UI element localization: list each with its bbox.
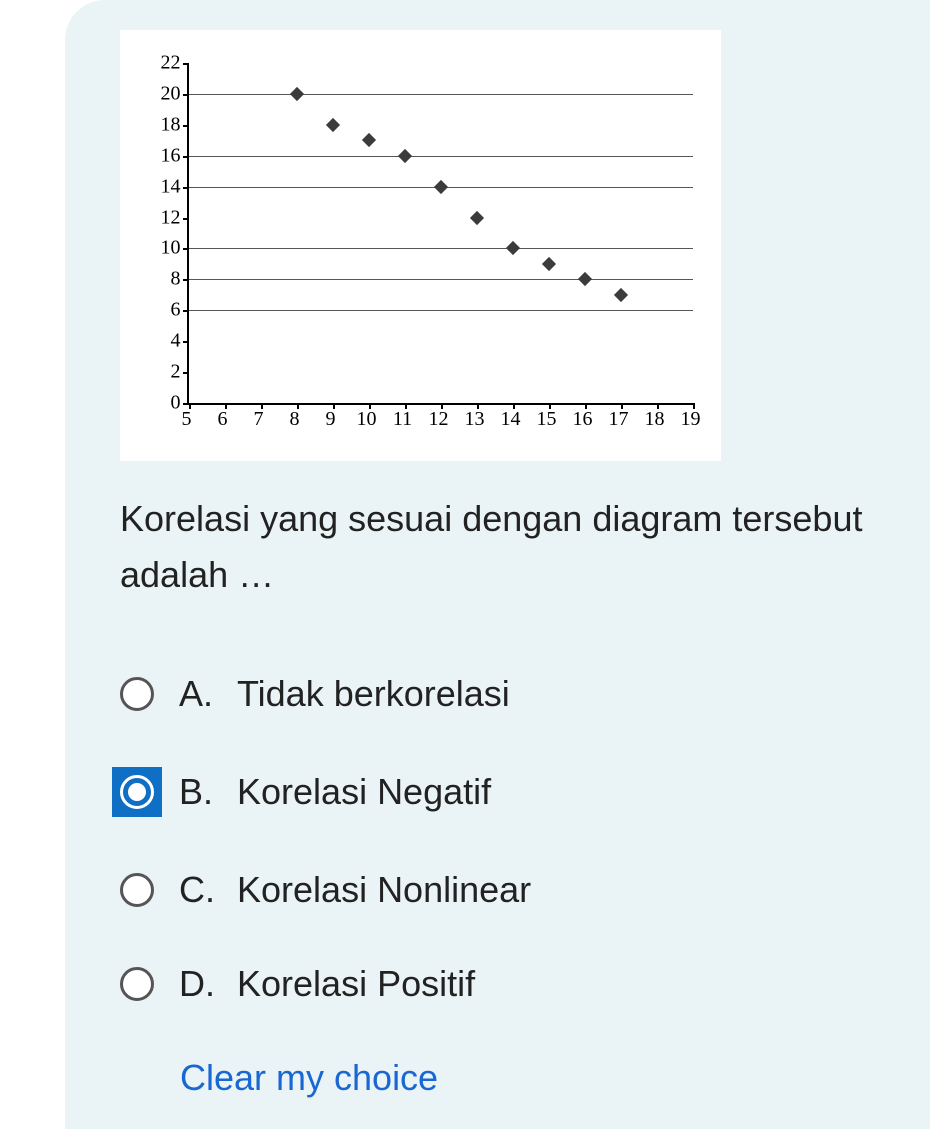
option-text: Korelasi Negatif bbox=[237, 771, 491, 813]
y-tick-label: 12 bbox=[141, 206, 181, 229]
x-tick-label: 8 bbox=[277, 408, 313, 431]
y-tick-label: 2 bbox=[141, 361, 181, 384]
x-tick-label: 7 bbox=[241, 408, 277, 431]
x-tick-label: 16 bbox=[565, 408, 601, 431]
x-tick-label: 10 bbox=[349, 408, 385, 431]
gridline bbox=[189, 248, 693, 249]
answer-option[interactable]: B.Korelasi Negatif bbox=[120, 767, 910, 817]
option-text: Korelasi Nonlinear bbox=[237, 869, 531, 911]
x-tick-label: 9 bbox=[313, 408, 349, 431]
data-point bbox=[397, 149, 411, 163]
y-tick-label: 8 bbox=[141, 268, 181, 291]
answer-option[interactable]: D.Korelasi Positif bbox=[120, 963, 910, 1005]
option-letter: A. bbox=[179, 673, 237, 715]
option-letter: B. bbox=[179, 771, 237, 813]
answer-option[interactable]: A.Tidak berkorelasi bbox=[120, 673, 910, 715]
y-tick-label: 16 bbox=[141, 144, 181, 167]
x-tick-label: 5 bbox=[169, 408, 205, 431]
x-tick-label: 14 bbox=[493, 408, 529, 431]
x-tick-label: 12 bbox=[421, 408, 457, 431]
y-tick-label: 22 bbox=[141, 52, 181, 75]
radio-unselected[interactable] bbox=[120, 677, 154, 711]
radio-unselected[interactable] bbox=[120, 967, 154, 1001]
option-text: Korelasi Positif bbox=[237, 963, 475, 1005]
radio-selected[interactable] bbox=[112, 767, 162, 817]
scatter-plot: 0246810121416182022567891011121314151617… bbox=[141, 53, 701, 438]
x-tick-label: 19 bbox=[673, 408, 709, 431]
data-point bbox=[505, 241, 519, 255]
answer-option[interactable]: C.Korelasi Nonlinear bbox=[120, 869, 910, 911]
data-point bbox=[361, 133, 375, 147]
y-tick-label: 4 bbox=[141, 330, 181, 353]
question-card: 0246810121416182022567891011121314151617… bbox=[65, 0, 930, 1129]
data-point bbox=[469, 210, 483, 224]
x-tick-label: 18 bbox=[637, 408, 673, 431]
option-letter: C. bbox=[179, 869, 237, 911]
data-point bbox=[325, 118, 339, 132]
data-point bbox=[289, 87, 303, 101]
x-tick-label: 11 bbox=[385, 408, 421, 431]
data-point bbox=[541, 257, 555, 271]
x-tick-label: 15 bbox=[529, 408, 565, 431]
y-tick-label: 20 bbox=[141, 82, 181, 105]
answer-options: A.Tidak berkorelasiB.Korelasi NegatifC.K… bbox=[120, 673, 910, 1005]
option-letter: D. bbox=[179, 963, 237, 1005]
question-text: Korelasi yang sesuai dengan diagram ters… bbox=[120, 491, 910, 603]
y-tick-label: 14 bbox=[141, 175, 181, 198]
y-tick-label: 18 bbox=[141, 113, 181, 136]
y-tick-label: 6 bbox=[141, 299, 181, 322]
gridline bbox=[189, 156, 693, 157]
option-text: Tidak berkorelasi bbox=[237, 673, 510, 715]
x-tick-label: 13 bbox=[457, 408, 493, 431]
x-tick-label: 6 bbox=[205, 408, 241, 431]
gridline bbox=[189, 279, 693, 280]
chart-image: 0246810121416182022567891011121314151617… bbox=[120, 30, 721, 461]
data-point bbox=[433, 180, 447, 194]
radio-unselected[interactable] bbox=[120, 873, 154, 907]
y-tick-label: 10 bbox=[141, 237, 181, 260]
data-point bbox=[613, 288, 627, 302]
data-point bbox=[577, 272, 591, 286]
gridline bbox=[189, 310, 693, 311]
clear-choice-link[interactable]: Clear my choice bbox=[180, 1057, 910, 1099]
x-tick-label: 17 bbox=[601, 408, 637, 431]
gridline bbox=[189, 94, 693, 95]
